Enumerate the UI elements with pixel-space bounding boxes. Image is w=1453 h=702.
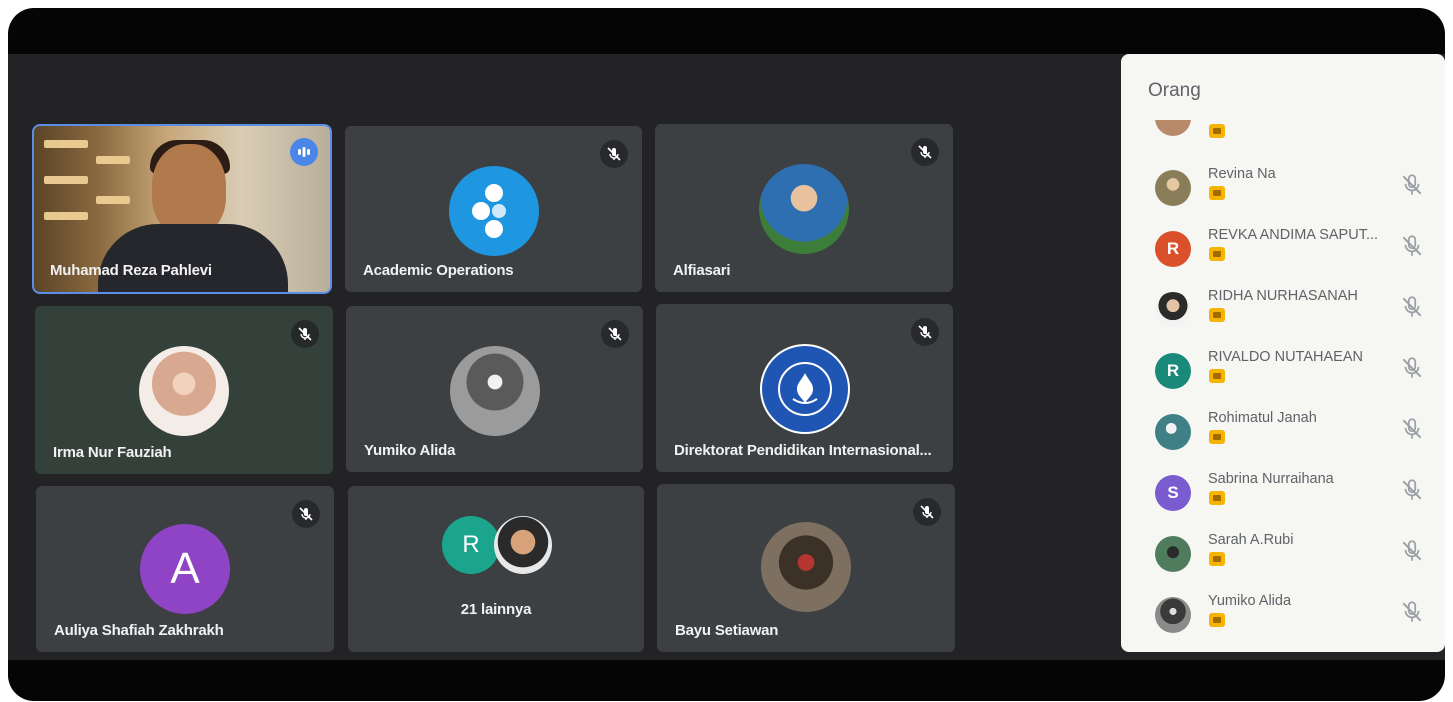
mic-off-icon <box>911 138 939 166</box>
avatar-initial: R <box>462 531 480 558</box>
participant-avatar-photo <box>759 164 849 254</box>
participant-tile-9[interactable]: Bayu Setiawan <box>657 484 955 652</box>
participant-avatar-photo <box>761 522 851 612</box>
participant-tile-1[interactable]: Muhamad Reza Pahlevi <box>32 124 332 294</box>
presenter-badge-icon <box>1209 491 1225 505</box>
participant-avatar-photo <box>139 346 229 436</box>
participant-row[interactable]: RIDHA NURHASANAH <box>1121 286 1445 347</box>
participant-name: Irma Nur Fauziah <box>53 444 172 461</box>
participant-name: Direktorat Pendidikan Internasional... <box>674 442 932 459</box>
participant-avatar <box>1155 120 1191 136</box>
mic-off-icon[interactable] <box>1399 355 1425 381</box>
participant-avatar: R <box>1155 231 1191 267</box>
participant-row[interactable]: Yumiko Alida <box>1121 591 1445 652</box>
mic-off-icon[interactable] <box>1399 172 1425 198</box>
presenter-badge-icon <box>1209 186 1225 200</box>
mic-off-icon <box>600 140 628 168</box>
participant-name: RIVALDO NUTAHAEAN <box>1208 349 1363 365</box>
participant-avatar <box>1155 170 1191 206</box>
participant-name: Muhamad Reza Pahlevi <box>50 262 212 279</box>
participant-avatar: S <box>1155 475 1191 511</box>
presenter-badge-icon <box>1209 369 1225 383</box>
presenter-badge-icon <box>1209 124 1225 138</box>
participant-avatar: R <box>1155 353 1191 389</box>
presenter-badge-icon <box>1209 247 1225 261</box>
participant-tile-5[interactable]: Yumiko Alida <box>346 306 643 472</box>
participant-name: RIDHA NURHASANAH <box>1208 288 1358 304</box>
participant-tile-more[interactable]: R 21 lainnya <box>348 486 644 652</box>
presenter-badge-icon <box>1209 430 1225 444</box>
mic-off-icon[interactable] <box>1399 538 1425 564</box>
avatar-initial: A <box>170 544 200 593</box>
presenter-badge-icon <box>1209 613 1225 627</box>
participant-row[interactable]: R RIVALDO NUTAHAEAN <box>1121 347 1445 408</box>
participant-name: Academic Operations <box>363 262 514 279</box>
audio-level-icon <box>290 138 318 166</box>
presenter-badge-icon <box>1209 308 1225 322</box>
mic-off-icon[interactable] <box>1399 416 1425 442</box>
participant-avatar <box>1155 414 1191 450</box>
mic-off-icon[interactable] <box>1399 599 1425 625</box>
participant-row[interactable]: S Sabrina Nurraihana <box>1121 469 1445 530</box>
participant-row[interactable]: Rohimatul Janah <box>1121 408 1445 469</box>
participant-name: Yumiko Alida <box>364 442 456 459</box>
mic-off-icon <box>913 498 941 526</box>
participant-avatar-photo <box>494 516 552 574</box>
participant-avatar-photo <box>450 346 540 436</box>
mic-off-icon <box>911 318 939 346</box>
mic-off-icon[interactable] <box>1399 477 1425 503</box>
mic-off-icon[interactable] <box>1399 233 1425 259</box>
participant-row[interactable]: Sarah A.Rubi <box>1121 530 1445 591</box>
participant-avatar <box>1155 597 1191 633</box>
participant-row[interactable]: Revina Na <box>1121 164 1445 225</box>
participant-row-partial[interactable] <box>1121 120 1445 140</box>
participant-tile-2[interactable]: Academic Operations <box>345 126 642 292</box>
participant-row[interactable]: R REVKA ANDIMA SAPUT... <box>1121 225 1445 286</box>
participant-name: Revina Na <box>1208 166 1276 182</box>
mic-off-icon <box>292 500 320 528</box>
participant-name: Alfiasari <box>673 262 731 279</box>
participant-avatar-letter: A <box>140 524 230 614</box>
participant-name: REVKA ANDIMA SAPUT... <box>1208 227 1379 243</box>
participant-name: Bayu Setiawan <box>675 622 779 639</box>
participant-name: Sabrina Nurraihana <box>1208 471 1334 487</box>
presenter-badge-icon <box>1209 552 1225 566</box>
participant-name: Auliya Shafiah Zakhrakh <box>54 622 224 639</box>
participant-tile-4[interactable]: Irma Nur Fauziah <box>35 306 333 474</box>
avatar-initial: S <box>1167 483 1179 502</box>
participant-tile-3[interactable]: Alfiasari <box>655 124 953 292</box>
more-participants-label: 21 lainnya <box>460 601 532 618</box>
participant-name: Yumiko Alida <box>1208 593 1292 609</box>
participant-name: Sarah A.Rubi <box>1208 532 1294 548</box>
ipb-logo <box>760 344 850 434</box>
avatar-initial: R <box>1166 361 1180 380</box>
people-panel: Orang Revina Na R REVKA ANDIMA SAPUT... <box>1121 54 1445 652</box>
device-frame: Muhamad Reza Pahlevi Academic Operations… <box>8 8 1445 701</box>
participant-tile-7[interactable]: A Auliya Shafiah Zakhrakh <box>36 486 334 652</box>
mic-off-icon <box>601 320 629 348</box>
people-panel-title: Orang <box>1148 80 1201 101</box>
mic-off-icon[interactable] <box>1399 294 1425 320</box>
participant-avatar <box>1155 292 1191 328</box>
participant-avatar-letter: R <box>442 516 500 574</box>
participant-tile-6[interactable]: Direktorat Pendidikan Internasional... <box>656 304 953 472</box>
academic-operations-logo <box>449 166 539 256</box>
mic-off-icon <box>291 320 319 348</box>
participant-name: Rohimatul Janah <box>1208 410 1317 426</box>
participant-avatar <box>1155 536 1191 572</box>
avatar-initial: R <box>1166 239 1180 258</box>
meeting-screen: Muhamad Reza Pahlevi Academic Operations… <box>8 54 1445 660</box>
